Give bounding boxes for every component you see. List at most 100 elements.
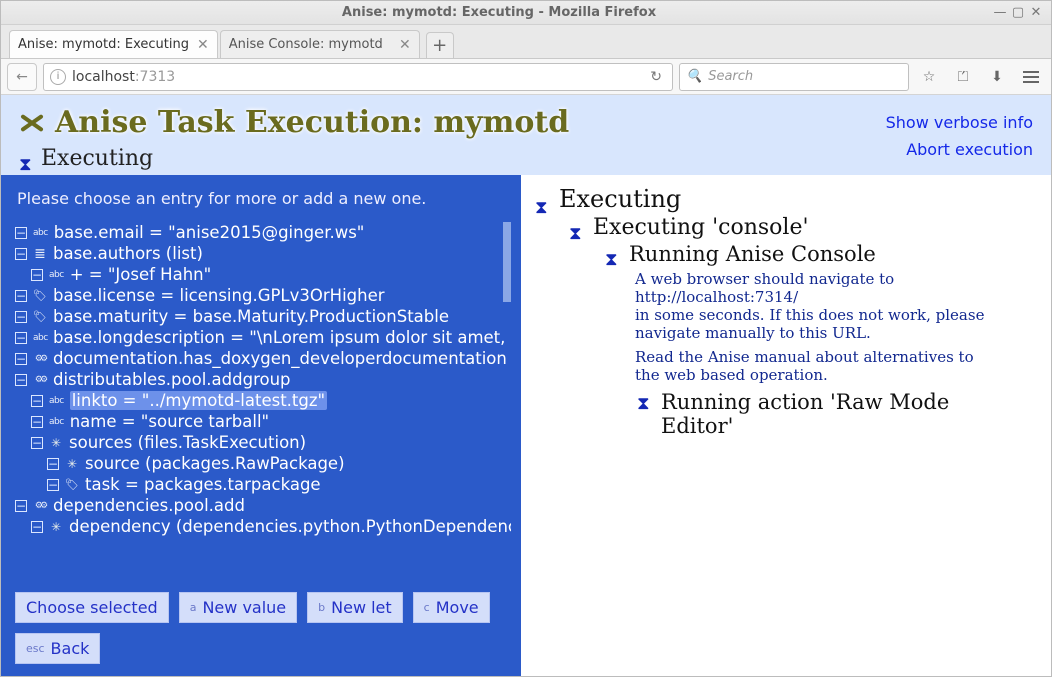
toggle-icon[interactable] <box>15 227 27 239</box>
config-tree[interactable]: base.email = "anise2015@ginger.ws" base.a… <box>15 222 511 576</box>
status-line: Executing <box>19 146 1033 171</box>
toggle-icon[interactable] <box>15 332 27 344</box>
close-window-button[interactable]: ✕ <box>1027 4 1045 22</box>
toggle-icon[interactable] <box>47 479 59 491</box>
exec-message-2: Read the Anise manual about alternatives… <box>635 348 995 384</box>
right-panel: Executing Executing 'console' Running An… <box>521 175 1051 676</box>
toggle-icon[interactable] <box>15 248 27 260</box>
site-info-icon[interactable]: i <box>50 69 66 85</box>
tree-row[interactable]: sources (files.TaskExecution) <box>31 432 503 453</box>
tree-label: base.email = "anise2015@ginger.ws" <box>54 223 365 242</box>
hourglass-icon <box>19 151 33 167</box>
bookmark-star-icon[interactable]: ☆ <box>915 63 943 91</box>
tree-row[interactable]: + = "Josef Hahn" <box>31 264 503 285</box>
gears-icon <box>33 353 47 364</box>
tree-label: linkto = "../mymotd-latest.tgz" <box>70 391 327 410</box>
tree-row[interactable]: base.license = licensing.GPLv3OrHigher <box>15 285 503 306</box>
tag-icon <box>33 310 47 323</box>
toggle-icon[interactable] <box>31 269 43 281</box>
hourglass-icon <box>569 220 583 236</box>
tree-row[interactable]: base.authors (list) <box>15 243 503 264</box>
search-box[interactable]: 🔍 Search <box>679 63 909 91</box>
toggle-icon[interactable] <box>15 311 27 323</box>
hamburger-menu[interactable] <box>1017 63 1045 91</box>
minimize-button[interactable]: — <box>991 4 1009 22</box>
new-tab-button[interactable]: + <box>426 32 454 58</box>
tree-row[interactable]: base.maturity = base.Maturity.Production… <box>15 306 503 327</box>
tree-row[interactable]: task = packages.tarpackage <box>47 474 503 495</box>
page-content: Anise Task Execution: mymotd Executing S… <box>1 95 1051 676</box>
tab-1[interactable]: Anise: mymotd: Executing ✕ <box>9 30 218 58</box>
tree-label: dependency (dependencies.python.PythonDe… <box>69 517 511 536</box>
toggle-icon[interactable] <box>15 500 27 512</box>
downloads-icon[interactable]: ⬇ <box>983 63 1011 91</box>
library-icon[interactable]: ⏍ <box>949 63 977 91</box>
toggle-icon[interactable] <box>31 521 43 533</box>
toggle-icon[interactable] <box>47 458 59 470</box>
tree-label: base.authors (list) <box>53 244 203 263</box>
search-placeholder: Search <box>708 69 753 84</box>
nav-toolbar: ← i localhost:7313 ↻ 🔍 Search ☆ ⏍ ⬇ <box>1 59 1051 95</box>
abc-icon <box>33 227 48 238</box>
tree-row[interactable]: linkto = "../mymotd-latest.tgz" <box>31 390 503 411</box>
abc-icon <box>49 395 64 406</box>
list-icon <box>33 246 47 262</box>
choose-selected-button[interactable]: Choose selected <box>15 592 169 623</box>
tools-icon <box>19 111 47 135</box>
tab-label: Anise Console: mymotd <box>229 37 383 52</box>
tag-icon <box>33 289 47 302</box>
toggle-icon[interactable] <box>31 437 43 449</box>
toggle-icon[interactable] <box>15 290 27 302</box>
tree-label: dependencies.pool.add <box>53 496 245 515</box>
search-icon: 🔍 <box>686 69 702 84</box>
tree-row[interactable]: source (packages.RawPackage) <box>47 453 503 474</box>
move-button[interactable]: c Move <box>413 592 490 623</box>
star-icon <box>65 457 79 471</box>
exec-level-2: Running Anise Console <box>605 242 1033 266</box>
url-bar[interactable]: i localhost:7313 ↻ <box>43 63 673 91</box>
window-title: Anise: mymotd: Executing - Mozilla Firef… <box>7 5 991 20</box>
tree-label: sources (files.TaskExecution) <box>69 433 306 452</box>
hourglass-icon <box>637 390 651 406</box>
abort-link[interactable]: Abort execution <box>886 140 1033 159</box>
close-tab-icon[interactable]: ✕ <box>197 37 209 53</box>
page-title: Anise Task Execution: mymotd <box>19 105 1033 140</box>
window: Anise: mymotd: Executing - Mozilla Firef… <box>0 0 1052 677</box>
tree-row[interactable]: base.longdescription = "\nLorem ipsum do… <box>15 327 503 348</box>
tree-label: base.maturity = base.Maturity.Production… <box>53 307 449 326</box>
tree-label: base.license = licensing.GPLv3OrHigher <box>53 286 385 305</box>
tree-row[interactable]: name = "source tarball" <box>31 411 503 432</box>
columns: Please choose an entry for more or add a… <box>1 175 1051 676</box>
tree-row[interactable]: base.email = "anise2015@ginger.ws" <box>15 222 503 243</box>
tree-row[interactable]: dependency (dependencies.python.PythonDe… <box>31 516 503 537</box>
tree-label: source (packages.RawPackage) <box>85 454 345 473</box>
toggle-icon[interactable] <box>31 395 43 407</box>
abc-icon <box>49 269 64 280</box>
exec-level-0: Executing <box>535 185 1033 213</box>
scrollbar-thumb[interactable] <box>503 222 511 302</box>
action-bar: Choose selected a New value b New let c … <box>15 586 511 664</box>
verbose-link[interactable]: Show verbose info <box>886 113 1033 132</box>
back-button[interactable]: esc Back <box>15 633 100 664</box>
toggle-icon[interactable] <box>15 374 27 386</box>
arrow-left-icon: ← <box>16 69 28 85</box>
maximize-button[interactable]: ▢ <box>1009 4 1027 22</box>
star-icon <box>49 436 63 450</box>
gears-icon <box>33 500 47 511</box>
tree-row[interactable]: distributables.pool.addgroup <box>15 369 503 390</box>
tree-row[interactable]: dependencies.pool.add <box>15 495 503 516</box>
reload-icon[interactable]: ↻ <box>646 69 666 85</box>
tree-row[interactable]: documentation.has_doxygen_developerdocum… <box>15 348 503 369</box>
close-tab-icon[interactable]: ✕ <box>399 37 411 53</box>
back-nav-button[interactable]: ← <box>7 63 37 91</box>
new-value-button[interactable]: a New value <box>179 592 297 623</box>
abc-icon <box>33 332 47 343</box>
tree-label: documentation.has_doxygen_developerdocum… <box>53 349 507 368</box>
new-let-button[interactable]: b New let <box>307 592 403 623</box>
tab-label: Anise: mymotd: Executing <box>18 37 189 52</box>
tab-2[interactable]: Anise Console: mymotd ✕ <box>220 30 420 58</box>
toggle-icon[interactable] <box>31 416 43 428</box>
exec-message-1: A web browser should navigate to http://… <box>635 270 995 342</box>
hourglass-icon <box>535 191 549 207</box>
toggle-icon[interactable] <box>15 353 27 365</box>
